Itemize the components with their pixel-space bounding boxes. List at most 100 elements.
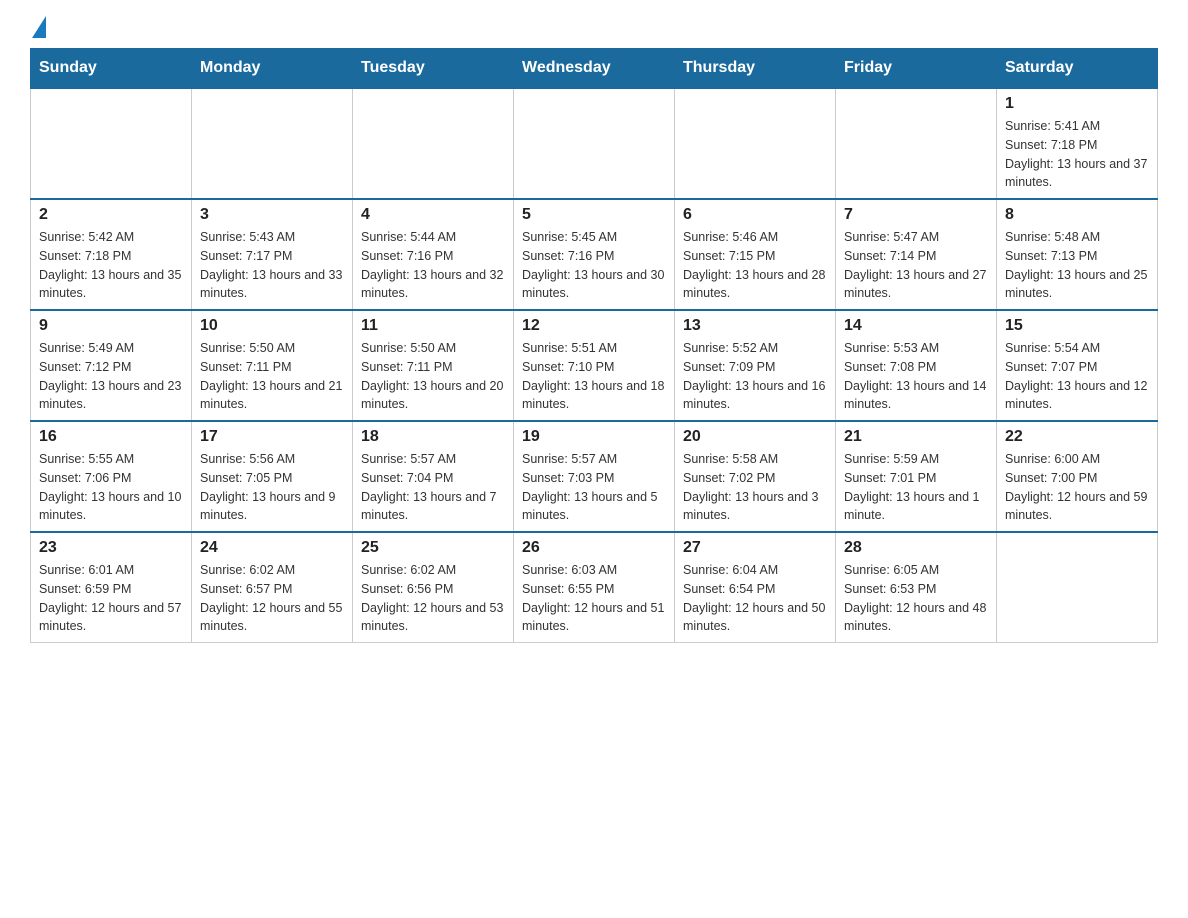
day-info: Sunrise: 5:56 AMSunset: 7:05 PMDaylight:… [200,450,344,525]
calendar-cell: 3 Sunrise: 5:43 AMSunset: 7:17 PMDaylight… [192,199,353,310]
day-info: Sunrise: 6:01 AMSunset: 6:59 PMDaylight:… [39,561,183,636]
day-number: 6 [683,206,827,224]
day-number: 14 [844,317,988,335]
calendar-cell: 15 Sunrise: 5:54 AMSunset: 7:07 PMDayligh… [997,310,1158,421]
day-info: Sunrise: 5:55 AMSunset: 7:06 PMDaylight:… [39,450,183,525]
day-number: 16 [39,428,183,446]
day-info: Sunrise: 6:03 AMSunset: 6:55 PMDaylight:… [522,561,666,636]
calendar-cell [997,532,1158,643]
day-number: 22 [1005,428,1149,446]
day-number: 17 [200,428,344,446]
calendar-cell [353,88,514,199]
day-info: Sunrise: 6:05 AMSunset: 6:53 PMDaylight:… [844,561,988,636]
calendar-header-saturday: Saturday [997,49,1158,89]
day-info: Sunrise: 5:44 AMSunset: 7:16 PMDaylight:… [361,228,505,303]
calendar-header-thursday: Thursday [675,49,836,89]
calendar-cell: 21 Sunrise: 5:59 AMSunset: 7:01 PMDayligh… [836,421,997,532]
day-info: Sunrise: 5:59 AMSunset: 7:01 PMDaylight:… [844,450,988,525]
day-info: Sunrise: 5:50 AMSunset: 7:11 PMDaylight:… [200,339,344,414]
calendar-cell: 8 Sunrise: 5:48 AMSunset: 7:13 PMDaylight… [997,199,1158,310]
day-number: 12 [522,317,666,335]
logo-triangle-icon [32,16,46,38]
day-info: Sunrise: 5:42 AMSunset: 7:18 PMDaylight:… [39,228,183,303]
calendar-cell: 12 Sunrise: 5:51 AMSunset: 7:10 PMDayligh… [514,310,675,421]
day-info: Sunrise: 6:02 AMSunset: 6:56 PMDaylight:… [361,561,505,636]
day-info: Sunrise: 5:49 AMSunset: 7:12 PMDaylight:… [39,339,183,414]
day-number: 20 [683,428,827,446]
calendar-header-wednesday: Wednesday [514,49,675,89]
day-number: 10 [200,317,344,335]
calendar-header-sunday: Sunday [31,49,192,89]
calendar-cell: 9 Sunrise: 5:49 AMSunset: 7:12 PMDaylight… [31,310,192,421]
day-number: 9 [39,317,183,335]
calendar-week-2: 2 Sunrise: 5:42 AMSunset: 7:18 PMDaylight… [31,199,1158,310]
day-number: 21 [844,428,988,446]
calendar-header-monday: Monday [192,49,353,89]
calendar-week-5: 23 Sunrise: 6:01 AMSunset: 6:59 PMDayligh… [31,532,1158,643]
calendar-table: SundayMondayTuesdayWednesdayThursdayFrid… [30,48,1158,643]
day-number: 3 [200,206,344,224]
calendar-cell: 22 Sunrise: 6:00 AMSunset: 7:00 PMDayligh… [997,421,1158,532]
day-number: 26 [522,539,666,557]
day-number: 23 [39,539,183,557]
calendar-cell: 16 Sunrise: 5:55 AMSunset: 7:06 PMDayligh… [31,421,192,532]
calendar-cell: 26 Sunrise: 6:03 AMSunset: 6:55 PMDayligh… [514,532,675,643]
calendar-cell: 2 Sunrise: 5:42 AMSunset: 7:18 PMDaylight… [31,199,192,310]
calendar-week-1: 1 Sunrise: 5:41 AMSunset: 7:18 PMDaylight… [31,88,1158,199]
calendar-header-friday: Friday [836,49,997,89]
calendar-cell: 19Sunrise: 5:57 AMSunset: 7:03 PMDayligh… [514,421,675,532]
calendar-cell: 20 Sunrise: 5:58 AMSunset: 7:02 PMDayligh… [675,421,836,532]
day-info: Sunrise: 5:47 AMSunset: 7:14 PMDaylight:… [844,228,988,303]
calendar-cell: 18 Sunrise: 5:57 AMSunset: 7:04 PMDayligh… [353,421,514,532]
day-number: 25 [361,539,505,557]
day-info: Sunrise: 5:58 AMSunset: 7:02 PMDaylight:… [683,450,827,525]
day-number: 18 [361,428,505,446]
calendar-cell: 5 Sunrise: 5:45 AMSunset: 7:16 PMDaylight… [514,199,675,310]
calendar-week-3: 9 Sunrise: 5:49 AMSunset: 7:12 PMDaylight… [31,310,1158,421]
day-number: 15 [1005,317,1149,335]
day-info: Sunrise: 5:57 AMSunset: 7:03 PMDaylight:… [522,450,666,525]
day-number: 4 [361,206,505,224]
calendar-cell: 6Sunrise: 5:46 AMSunset: 7:15 PMDaylight… [675,199,836,310]
day-info: Sunrise: 5:57 AMSunset: 7:04 PMDaylight:… [361,450,505,525]
calendar-header-tuesday: Tuesday [353,49,514,89]
day-info: Sunrise: 5:50 AMSunset: 7:11 PMDaylight:… [361,339,505,414]
day-number: 5 [522,206,666,224]
day-number: 1 [1005,95,1149,113]
day-info: Sunrise: 5:54 AMSunset: 7:07 PMDaylight:… [1005,339,1149,414]
day-info: Sunrise: 5:53 AMSunset: 7:08 PMDaylight:… [844,339,988,414]
calendar-cell: 27Sunrise: 6:04 AMSunset: 6:54 PMDayligh… [675,532,836,643]
day-number: 7 [844,206,988,224]
calendar-cell: 23 Sunrise: 6:01 AMSunset: 6:59 PMDayligh… [31,532,192,643]
day-info: Sunrise: 6:00 AMSunset: 7:00 PMDaylight:… [1005,450,1149,525]
calendar-cell: 28 Sunrise: 6:05 AMSunset: 6:53 PMDayligh… [836,532,997,643]
calendar-header-row: SundayMondayTuesdayWednesdayThursdayFrid… [31,49,1158,89]
calendar-week-4: 16 Sunrise: 5:55 AMSunset: 7:06 PMDayligh… [31,421,1158,532]
calendar-cell: 4 Sunrise: 5:44 AMSunset: 7:16 PMDaylight… [353,199,514,310]
calendar-cell [675,88,836,199]
day-info: Sunrise: 5:45 AMSunset: 7:16 PMDaylight:… [522,228,666,303]
day-number: 11 [361,317,505,335]
calendar-cell [514,88,675,199]
day-info: Sunrise: 5:52 AMSunset: 7:09 PMDaylight:… [683,339,827,414]
calendar-cell: 7 Sunrise: 5:47 AMSunset: 7:14 PMDaylight… [836,199,997,310]
calendar-cell: 14 Sunrise: 5:53 AMSunset: 7:08 PMDayligh… [836,310,997,421]
calendar-cell: 17 Sunrise: 5:56 AMSunset: 7:05 PMDayligh… [192,421,353,532]
day-number: 8 [1005,206,1149,224]
day-info: Sunrise: 5:51 AMSunset: 7:10 PMDaylight:… [522,339,666,414]
calendar-cell: 1 Sunrise: 5:41 AMSunset: 7:18 PMDaylight… [997,88,1158,199]
day-info: Sunrise: 5:43 AMSunset: 7:17 PMDaylight:… [200,228,344,303]
logo [30,20,46,38]
day-info: Sunrise: 5:48 AMSunset: 7:13 PMDaylight:… [1005,228,1149,303]
calendar-cell: 11 Sunrise: 5:50 AMSunset: 7:11 PMDayligh… [353,310,514,421]
day-number: 27 [683,539,827,557]
day-info: Sunrise: 6:02 AMSunset: 6:57 PMDaylight:… [200,561,344,636]
calendar-cell: 13 Sunrise: 5:52 AMSunset: 7:09 PMDayligh… [675,310,836,421]
calendar-cell [31,88,192,199]
day-number: 13 [683,317,827,335]
day-number: 24 [200,539,344,557]
day-info: Sunrise: 5:41 AMSunset: 7:18 PMDaylight:… [1005,117,1149,192]
day-number: 2 [39,206,183,224]
calendar-cell: 25 Sunrise: 6:02 AMSunset: 6:56 PMDayligh… [353,532,514,643]
day-number: 28 [844,539,988,557]
